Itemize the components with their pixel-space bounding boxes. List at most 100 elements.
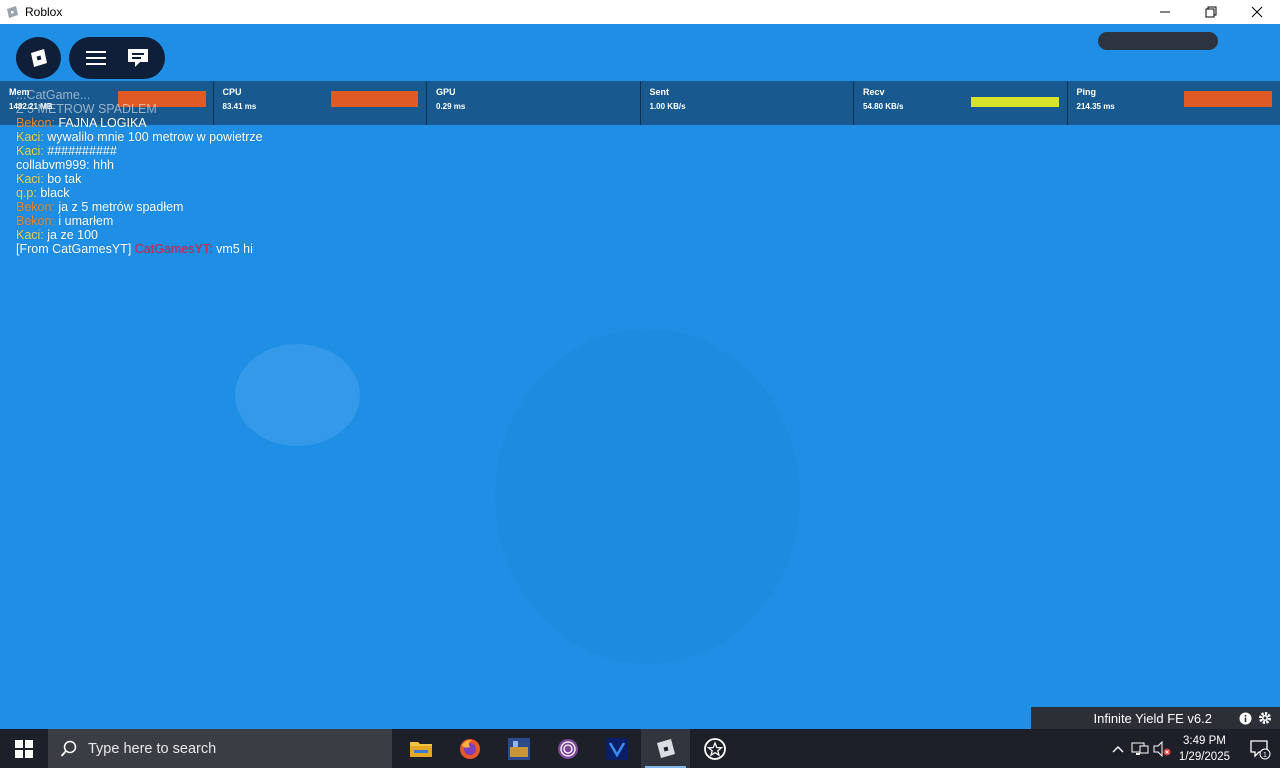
- chat-message: ...CatGame...: [16, 88, 91, 102]
- roblox-icon: [656, 738, 675, 758]
- chat-message: ja z 5 metrów spadłem: [58, 200, 184, 214]
- chat-speaker[interactable]: Kaci:: [16, 228, 44, 242]
- chat-line: ...CatGame...: [16, 88, 316, 102]
- minimize-button[interactable]: [1142, 0, 1188, 24]
- info-icon[interactable]: [1238, 711, 1252, 725]
- search-placeholder: Type here to search: [88, 740, 217, 757]
- taskbar-star-app[interactable]: [690, 729, 739, 768]
- chat-icon: [128, 49, 148, 67]
- chat-log: ...CatGame... Z 5 METROW SPADLEM Bekon: …: [16, 88, 316, 256]
- infinite-yield-bar[interactable]: Infinite Yield FE v6.2: [1031, 707, 1280, 729]
- chat-message: Z 5 METROW SPADLEM: [16, 102, 157, 116]
- chat-message: i umarłem: [58, 214, 114, 228]
- folder-icon: [409, 741, 432, 757]
- taskbar-game-app[interactable]: [494, 729, 543, 768]
- restore-icon: [1205, 6, 1217, 18]
- volume-muted-icon: [1153, 740, 1171, 757]
- network-button[interactable]: [1129, 729, 1151, 768]
- stat-sent: Sent 1.00 KB/s: [641, 81, 854, 125]
- chat-message: bo tak: [47, 172, 82, 186]
- roblox-menu-button[interactable]: [16, 37, 61, 79]
- game-app-icon: [507, 737, 530, 760]
- stat-recv: Recv 54.80 KB/s: [854, 81, 1068, 125]
- taskbar-vm-app[interactable]: [592, 729, 641, 768]
- chat-line: Kaci: ja ze 100: [16, 228, 316, 242]
- windows-logo-icon: [15, 739, 33, 758]
- taskbar-search-box[interactable]: Type here to search: [48, 729, 392, 768]
- game-viewport[interactable]: Mem 1482.21 MB CPU 83.41 ms GPU 0.29 ms …: [0, 24, 1280, 729]
- chat-message: black: [40, 186, 70, 200]
- system-clock[interactable]: 3:49 PM 1/29/2025: [1179, 733, 1230, 765]
- search-icon: [60, 740, 77, 757]
- stat-label: Sent: [649, 87, 670, 97]
- chat-line: Bekon: ja z 5 metrów spadłem: [16, 200, 316, 214]
- chat-line: Kaci: bo tak: [16, 172, 316, 186]
- chat-line: Kaci: ##########: [16, 144, 316, 158]
- gear-icon[interactable]: [1258, 711, 1272, 725]
- action-center-button[interactable]: 1: [1240, 729, 1280, 768]
- stat-value: 0.29 ms: [436, 102, 466, 111]
- chat-message: collabvm999: hhh: [16, 158, 114, 172]
- chat-speaker[interactable]: Kaci:: [16, 172, 44, 186]
- sky-blob: [495, 329, 800, 664]
- chat-message: ja ze 100: [47, 228, 99, 242]
- chat-line: Bekon: i umarłem: [16, 214, 316, 228]
- chat-line: Kaci: wywalilo mnie 100 metrow w powietr…: [16, 130, 316, 144]
- taskbar-roblox[interactable]: [641, 729, 690, 768]
- chat-message: vm5 hi: [216, 242, 253, 256]
- chat-message: ##########: [47, 144, 117, 158]
- hamburger-menu-button[interactable]: [78, 40, 114, 76]
- stat-graph: [330, 91, 418, 107]
- system-tray: 3:49 PM 1/29/2025 1: [1107, 729, 1280, 768]
- stat-gpu: GPU 0.29 ms: [427, 81, 641, 125]
- chat-speaker[interactable]: CatGamesYT:: [135, 242, 213, 256]
- chat-speaker[interactable]: Kaci:: [16, 144, 44, 158]
- chat-speaker[interactable]: Bekon:: [16, 214, 55, 228]
- volume-button[interactable]: [1151, 729, 1173, 768]
- notification-count: 1: [1263, 752, 1267, 759]
- restore-button[interactable]: [1188, 0, 1234, 24]
- chevron-up-icon: [1112, 745, 1124, 752]
- chat-line: [From CatGamesYT] CatGamesYT: vm5 hi: [16, 242, 316, 256]
- roblox-app-icon: [7, 6, 18, 18]
- infinite-yield-label: Infinite Yield FE v6.2: [1093, 710, 1212, 726]
- chat-message: wywalilo mnie 100 metrow w powietrze: [47, 130, 263, 144]
- chat-speaker[interactable]: Bekon:: [16, 200, 55, 214]
- chat-speaker[interactable]: q.p:: [16, 186, 37, 200]
- windows-taskbar: Type here to search 3:49 PM 1/29/2025 1: [0, 729, 1280, 768]
- taskbar-firefox[interactable]: [445, 729, 494, 768]
- redacted-username: [1098, 32, 1218, 50]
- chat-speaker[interactable]: Kaci:: [16, 130, 44, 144]
- stat-graph: [971, 97, 1059, 107]
- clock-date: 1/29/2025: [1178, 750, 1230, 763]
- stat-label: GPU: [436, 87, 456, 97]
- taskbar-file-explorer[interactable]: [396, 729, 445, 768]
- firefox-icon: [459, 738, 480, 759]
- chat-line: Z 5 METROW SPADLEM: [16, 102, 316, 116]
- whisper-prefix: [From CatGamesYT]: [16, 242, 132, 256]
- star-circle-icon: [703, 737, 726, 760]
- window-title: Roblox: [25, 5, 63, 19]
- show-hidden-icons-button[interactable]: [1107, 729, 1129, 768]
- minimize-icon: [1160, 11, 1170, 13]
- roblox-logo-icon: [30, 49, 47, 67]
- chat-toggle-button[interactable]: [120, 40, 156, 76]
- chat-line: q.p: black: [16, 186, 316, 200]
- chat-line: Bekon: FAJNA LOGIKA: [16, 116, 316, 130]
- stat-value: 1.00 KB/s: [649, 102, 686, 111]
- chat-speaker[interactable]: Bekon:: [16, 116, 55, 130]
- hamburger-icon: [86, 51, 106, 65]
- close-button[interactable]: [1234, 0, 1280, 24]
- notification-icon: 1: [1250, 739, 1271, 759]
- close-icon: [1251, 6, 1263, 18]
- chat-message: FAJNA LOGIKA: [58, 116, 147, 130]
- chat-line: collabvm999: hhh: [16, 158, 316, 172]
- stat-graph: [1183, 91, 1272, 107]
- tor-browser-icon: [557, 738, 578, 759]
- taskbar-tor-browser[interactable]: [543, 729, 592, 768]
- network-icon: [1131, 742, 1149, 755]
- start-button[interactable]: [0, 729, 48, 768]
- stat-label: Recv: [863, 87, 885, 97]
- title-bar: Roblox: [0, 0, 1280, 24]
- menu-pill: [69, 37, 165, 79]
